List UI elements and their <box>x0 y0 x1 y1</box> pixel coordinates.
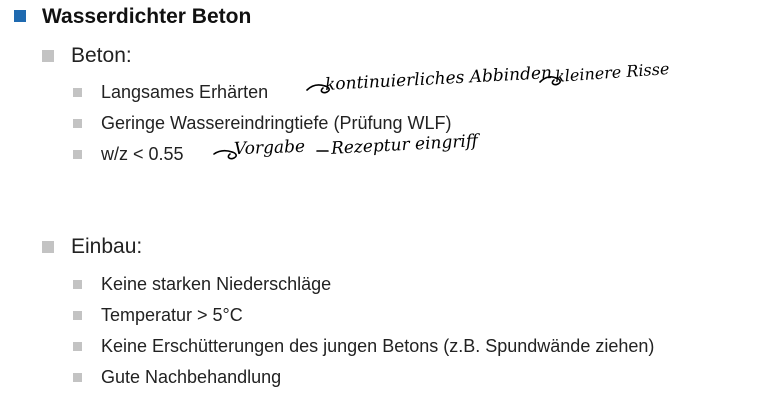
list-item: Gute Nachbehandlung <box>101 367 282 387</box>
list-bullet-icon <box>73 280 82 289</box>
list-bullet-icon <box>73 119 82 128</box>
handwritten-dash-icon <box>316 150 329 152</box>
title-bullet-icon <box>14 10 26 22</box>
section-bullet-icon <box>42 50 54 62</box>
section-bullet-icon <box>42 241 54 253</box>
handwritten-note: kleinere Risse <box>554 59 670 86</box>
list-item: w/z < 0.55 <box>101 144 184 164</box>
list-item: Geringe Wassereindringtiefe (Prüfung WLF… <box>101 113 452 133</box>
list-bullet-icon <box>73 342 82 351</box>
list-bullet-icon <box>73 373 82 382</box>
list-bullet-icon <box>73 88 82 97</box>
handwritten-note: Vorgabe <box>233 136 306 160</box>
section-heading-einbau: Einbau: <box>71 235 143 258</box>
list-item: Temperatur > 5°C <box>101 305 243 325</box>
handwritten-note: Rezeptur eingriff <box>330 131 479 159</box>
list-item: Keine Erschütterungen des jungen Betons … <box>101 336 655 356</box>
list-item: Langsames Erhärten <box>101 82 269 102</box>
list-bullet-icon <box>73 150 82 159</box>
list-bullet-icon <box>73 311 82 320</box>
slide-title: Wasserdichter Beton <box>42 5 252 28</box>
handwritten-note: kontinuierliches Abbinden <box>324 63 553 95</box>
section-heading-beton: Beton: <box>71 44 132 67</box>
list-item: Keine starken Niederschläge <box>101 274 332 294</box>
